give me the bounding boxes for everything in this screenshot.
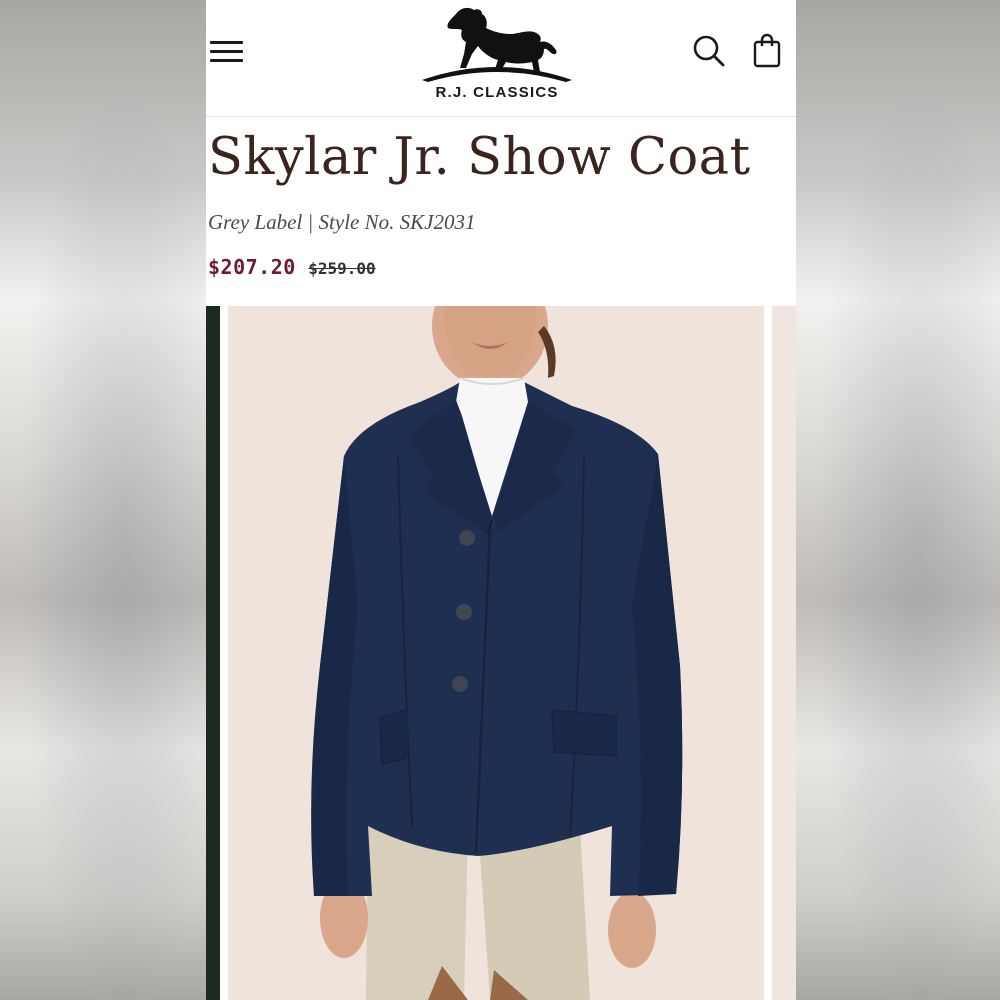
search-icon [693,35,725,67]
product-main-image[interactable] [228,306,764,1000]
next-image-peek[interactable] [772,306,796,1000]
hamburger-menu-icon [210,41,243,44]
sale-price: $207.20 [208,255,296,279]
brand-name: R.J. CLASSICS [435,84,559,101]
brand-logo[interactable]: R.J. CLASSICS [416,2,578,106]
previous-image-peek[interactable] [206,306,220,1000]
mobile-screen: R.J. CLASSICS Skylar Jr. Show Coat Grey … [206,0,796,1000]
menu-button[interactable] [210,38,244,64]
blurred-background-right [796,0,1000,1000]
product-title: Skylar Jr. Show Coat [208,128,751,187]
price-block: $207.20 $259.00 [208,255,376,279]
navy-show-coat-photo [228,306,764,1000]
shopping-bag-icon [753,33,781,68]
product-style-info: Grey Label | Style No. SKJ2031 [208,210,476,234]
cart-button[interactable] [752,33,782,69]
product-image-carousel[interactable] [206,306,796,1000]
search-button[interactable] [692,34,726,68]
blurred-background-left [0,0,206,1000]
original-price: $259.00 [308,259,376,278]
site-header: R.J. CLASSICS [206,0,796,117]
